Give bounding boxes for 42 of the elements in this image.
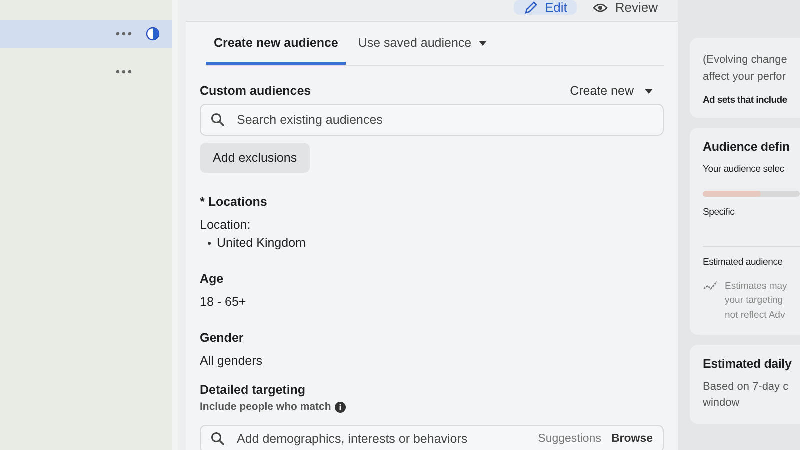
sidebar-item[interactable] bbox=[0, 20, 172, 48]
estimate-note: Estimates may your targeting not reflect Adv bbox=[725, 280, 788, 322]
card-subtitle: Estimated audience bbox=[703, 257, 784, 268]
field-label: Location: bbox=[200, 218, 251, 232]
search-icon bbox=[211, 432, 225, 446]
create-new-button[interactable]: Create new bbox=[570, 84, 654, 98]
gender-value: All genders bbox=[200, 354, 263, 368]
more-icon bbox=[116, 32, 132, 36]
section-title: Detailed targeting bbox=[200, 383, 306, 397]
review-button[interactable]: Review bbox=[583, 0, 668, 15]
info-icon bbox=[335, 402, 346, 412]
search-field[interactable]: Search existing audiences bbox=[200, 104, 664, 136]
section-title: * Locations bbox=[200, 195, 268, 209]
meter-label: Specific bbox=[703, 207, 736, 218]
eye-icon bbox=[593, 2, 608, 12]
link[interactable]: Browse bbox=[611, 433, 653, 445]
caret-icon bbox=[644, 86, 654, 96]
tab[interactable]: Create new audience bbox=[206, 26, 346, 65]
trend-icon bbox=[703, 280, 719, 292]
bullet-icon bbox=[208, 242, 211, 244]
link[interactable]: Suggestions bbox=[538, 433, 602, 445]
card-subtitle: Your audience selec bbox=[703, 164, 786, 175]
search-input[interactable]: Add demographics, interests or behaviors bbox=[235, 431, 528, 447]
card-title: Audience defin bbox=[703, 140, 791, 154]
add-exclusions-button[interactable]: Add exclusions bbox=[200, 143, 310, 173]
info-text: (Evolving change affect your perfor bbox=[703, 53, 788, 84]
section-title: Age bbox=[200, 272, 224, 286]
location-value: United Kingdom bbox=[217, 236, 306, 250]
edit-button[interactable]: Edit bbox=[514, 0, 578, 15]
tab[interactable]: Use saved audience bbox=[350, 26, 496, 65]
info-text: Ad sets that include bbox=[703, 95, 788, 106]
search-field[interactable]: Add demographics, interests or behaviors Suggestions Browse bbox=[200, 425, 664, 450]
section-title: Custom audiences bbox=[200, 84, 312, 98]
section-subtitle: Include people who match bbox=[200, 401, 332, 413]
more-icon bbox=[116, 70, 132, 74]
search-icon bbox=[211, 113, 225, 127]
section-title: Gender bbox=[200, 331, 244, 345]
card-title: Estimated daily bbox=[703, 356, 793, 371]
age-value: 18 - 65+ bbox=[200, 295, 246, 309]
card-text: Based on 7-day c window bbox=[703, 380, 790, 412]
search-input[interactable]: Search existing audiences bbox=[235, 112, 653, 128]
pencil-icon bbox=[524, 0, 538, 14]
